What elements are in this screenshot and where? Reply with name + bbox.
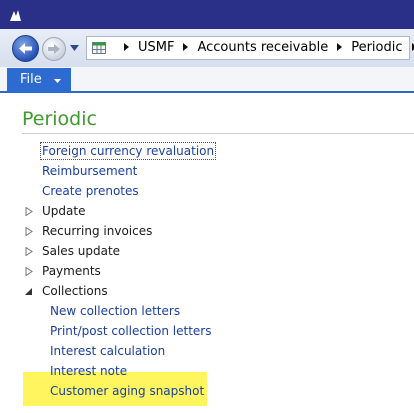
breadcrumb-separator-icon bbox=[183, 43, 189, 51]
expand-triangle-icon[interactable] bbox=[25, 227, 33, 236]
breadcrumb-area[interactable]: Periodic bbox=[351, 40, 402, 55]
history-dropdown-icon[interactable] bbox=[70, 45, 79, 51]
menu-folder-sales-update[interactable]: Sales update bbox=[42, 244, 120, 258]
address-bar[interactable]: USMF Accounts receivable Periodic bbox=[86, 36, 414, 60]
expand-triangle-icon[interactable] bbox=[25, 247, 33, 256]
menu-item-reimbursement[interactable]: Reimbursement bbox=[42, 164, 137, 178]
menu-item-print-post-collection-letters[interactable]: Print/post collection letters bbox=[50, 324, 211, 338]
page-title: Periodic bbox=[22, 108, 97, 130]
forward-arrow-icon bbox=[48, 44, 60, 54]
dynamics-logo-icon bbox=[10, 10, 21, 21]
breadcrumb: USMF Accounts receivable Periodic bbox=[115, 40, 414, 55]
menu-item-interest-note[interactable]: Interest note bbox=[50, 364, 127, 378]
breadcrumb-module[interactable]: Accounts receivable bbox=[197, 40, 328, 55]
file-tab-label: File bbox=[20, 72, 42, 87]
menu-folder-update[interactable]: Update bbox=[42, 204, 85, 218]
expand-triangle-icon[interactable] bbox=[25, 207, 33, 216]
forward-button[interactable] bbox=[42, 37, 66, 61]
breadcrumb-separator-icon bbox=[337, 43, 343, 51]
title-divider bbox=[22, 133, 414, 134]
file-tab[interactable]: File bbox=[7, 68, 71, 93]
menu-item-foreign-currency-revaluation[interactable]: Foreign currency revaluation bbox=[39, 142, 217, 160]
navigation-bar: USMF Accounts receivable Periodic bbox=[0, 29, 414, 67]
menu-folder-collections[interactable]: Collections bbox=[42, 284, 108, 298]
chevron-down-icon bbox=[54, 79, 61, 83]
window-title-bar bbox=[0, 0, 414, 29]
menu-item-new-collection-letters[interactable]: New collection letters bbox=[50, 304, 180, 318]
breadcrumb-company[interactable]: USMF bbox=[138, 40, 174, 55]
expand-triangle-icon[interactable] bbox=[25, 267, 33, 276]
menu-item-create-prenotes[interactable]: Create prenotes bbox=[42, 184, 139, 198]
breadcrumb-separator-icon bbox=[124, 43, 129, 51]
menu-item-interest-calculation[interactable]: Interest calculation bbox=[50, 344, 165, 358]
grid-icon bbox=[92, 42, 106, 54]
menu-item-customer-aging-snapshot[interactable]: Customer aging snapshot bbox=[50, 384, 204, 398]
back-arrow-icon bbox=[19, 43, 32, 54]
menu-folder-payments[interactable]: Payments bbox=[42, 264, 101, 278]
back-button[interactable] bbox=[12, 35, 39, 62]
menu-folder-recurring-invoices[interactable]: Recurring invoices bbox=[42, 224, 152, 238]
collapse-triangle-icon[interactable] bbox=[25, 287, 33, 296]
